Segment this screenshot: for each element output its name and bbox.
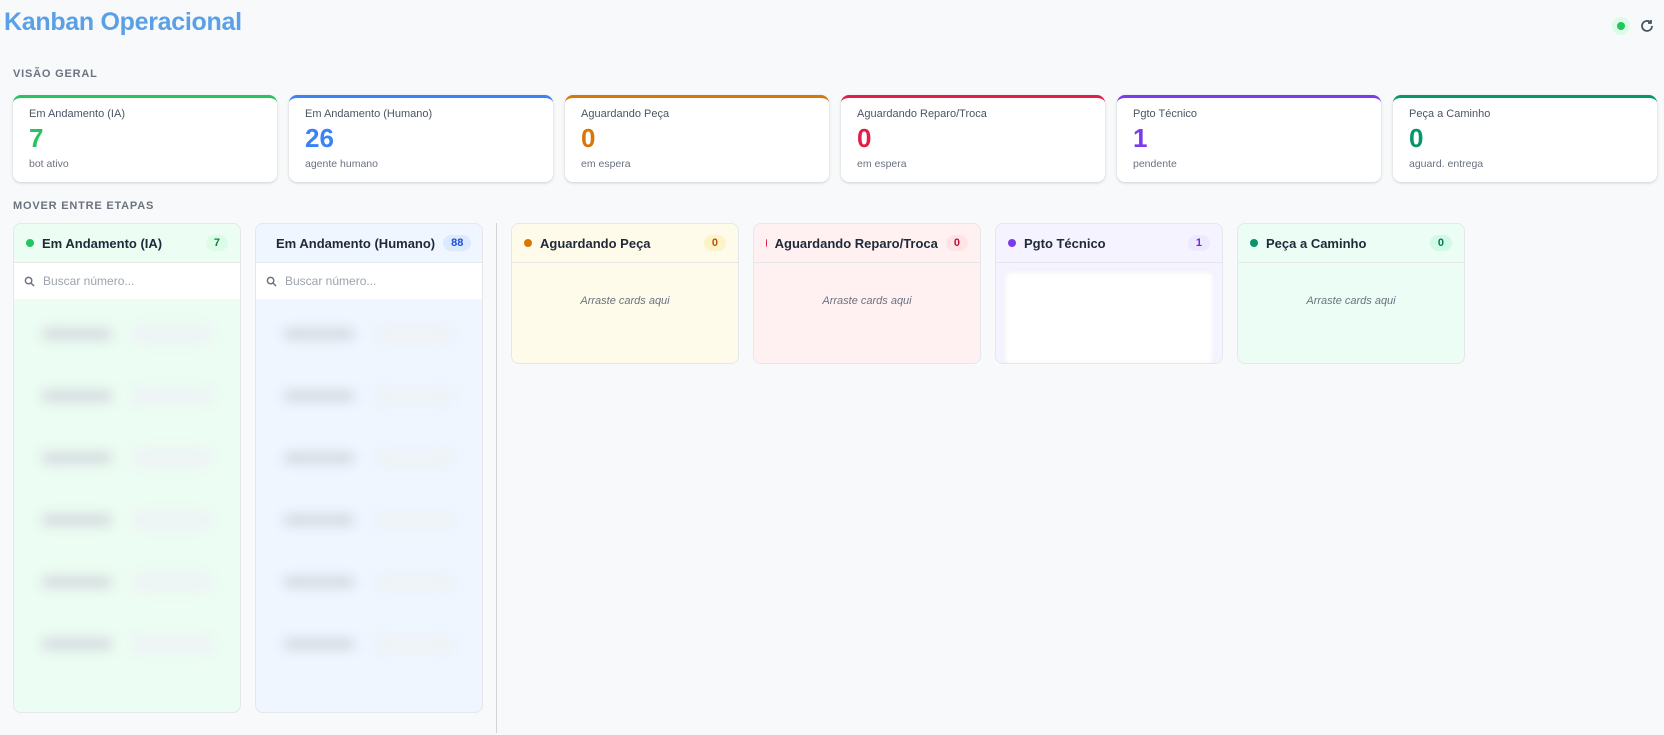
- kanban-card-blurred[interactable]: [1004, 271, 1214, 363]
- overview-cards: Em Andamento (IA) 7 bot ativo Em Andamen…: [13, 95, 1664, 182]
- stat-title: Pgto Técnico: [1133, 108, 1198, 120]
- column-count-badge: 0: [703, 235, 726, 251]
- list-item[interactable]: [22, 306, 232, 362]
- search-icon: [24, 276, 35, 287]
- column-count-badge: 88: [443, 235, 472, 251]
- column-color-dot: [1008, 239, 1016, 247]
- list-item[interactable]: [264, 616, 474, 672]
- list-item[interactable]: [264, 430, 474, 486]
- column-color-dot: [26, 239, 34, 247]
- stat-title: Aguardando Reparo/Troca: [857, 108, 987, 120]
- stat-value: 0: [581, 123, 596, 153]
- stat-value: 0: [857, 123, 872, 153]
- search-input[interactable]: [41, 273, 225, 289]
- column-header: Peça a Caminho 0: [1238, 224, 1464, 263]
- stat-card-pgto-tecnico[interactable]: Pgto Técnico 1 pendente: [1117, 95, 1381, 182]
- column-color-dot: [766, 239, 767, 247]
- drop-zone-hint: Arraste cards aqui: [822, 295, 912, 307]
- column-em-andamento-ia[interactable]: Em Andamento (IA) 7: [13, 223, 241, 713]
- stat-subtitle: em espera: [857, 158, 907, 170]
- refresh-icon[interactable]: [1638, 17, 1656, 35]
- column-aguardando-peca[interactable]: Aguardando Peça 0 Arraste cards aqui: [511, 223, 739, 364]
- stat-title: Aguardando Peça: [581, 108, 670, 120]
- column-header: Aguardando Peça 0: [512, 224, 738, 263]
- column-search: [14, 263, 240, 299]
- column-name: Em Andamento (IA): [42, 235, 163, 251]
- column-header: Pgto Técnico 1: [996, 224, 1222, 263]
- column-pgto-tecnico[interactable]: Pgto Técnico 1: [995, 223, 1223, 364]
- stat-title: Em Andamento (Humano): [305, 108, 433, 120]
- stat-subtitle: agente humano: [305, 158, 378, 170]
- online-dot: [1617, 22, 1625, 30]
- stat-title: Em Andamento (IA): [29, 108, 125, 120]
- page-title: Kanban Operacional: [4, 8, 242, 36]
- column-header: Em Andamento (IA) 7: [14, 224, 240, 263]
- card-list-blurred: [256, 300, 482, 712]
- list-item[interactable]: [264, 554, 474, 610]
- column-header: Aguardando Reparo/Troca 0: [754, 224, 980, 263]
- list-item[interactable]: [264, 306, 474, 362]
- stat-card-humano[interactable]: Em Andamento (Humano) 26 agente humano: [289, 95, 553, 182]
- drop-zone-hint: Arraste cards aqui: [580, 295, 670, 307]
- stat-value: 0: [1409, 123, 1424, 153]
- stat-subtitle: aguard. entrega: [1409, 158, 1484, 170]
- list-item[interactable]: [22, 430, 232, 486]
- card-list-blurred: [14, 300, 240, 712]
- stat-card-peca-caminho[interactable]: Peça a Caminho 0 aguard. entrega: [1393, 95, 1657, 182]
- column-color-dot: [524, 239, 532, 247]
- stat-value: 7: [29, 123, 44, 153]
- list-item[interactable]: [264, 492, 474, 548]
- list-item[interactable]: [264, 368, 474, 424]
- stat-card-aguardando-peca[interactable]: Aguardando Peça 0 em espera: [565, 95, 829, 182]
- column-group-divider: [496, 223, 497, 733]
- column-name: Aguardando Peça: [540, 235, 651, 251]
- column-search: [256, 263, 482, 299]
- list-item[interactable]: [22, 368, 232, 424]
- stat-value: 1: [1133, 123, 1148, 153]
- search-input[interactable]: [283, 273, 467, 289]
- list-item[interactable]: [22, 492, 232, 548]
- column-color-dot: [1250, 239, 1258, 247]
- column-name: Pgto Técnico: [1024, 235, 1106, 251]
- column-count-badge: 0: [1429, 235, 1452, 251]
- column-em-andamento-humano[interactable]: Em Andamento (Humano) 88: [255, 223, 483, 713]
- header-actions: [1612, 17, 1656, 35]
- overview-label: VISÃO GERAL: [13, 68, 98, 80]
- stat-subtitle: em espera: [581, 158, 631, 170]
- column-name: Peça a Caminho: [1266, 235, 1367, 251]
- column-name: Aguardando Reparo/Troca: [774, 235, 938, 251]
- stat-subtitle: pendente: [1133, 158, 1177, 170]
- search-icon: [266, 276, 277, 287]
- stat-title: Peça a Caminho: [1409, 108, 1491, 120]
- online-status-icon: [1612, 17, 1630, 35]
- stat-card-aguardando-reparo[interactable]: Aguardando Reparo/Troca 0 em espera: [841, 95, 1105, 182]
- list-item[interactable]: [22, 616, 232, 672]
- board-label: MOVER ENTRE ETAPAS: [13, 200, 155, 212]
- stat-value: 26: [305, 123, 334, 153]
- column-name: Em Andamento (Humano): [276, 235, 436, 251]
- drop-zone-hint: Arraste cards aqui: [1306, 295, 1396, 307]
- column-peca-caminho[interactable]: Peça a Caminho 0 Arraste cards aqui: [1237, 223, 1465, 364]
- column-header: Em Andamento (Humano) 88: [256, 224, 482, 263]
- column-aguardando-reparo[interactable]: Aguardando Reparo/Troca 0 Arraste cards …: [753, 223, 981, 364]
- column-count-badge: 7: [205, 235, 228, 251]
- column-count-badge: 0: [945, 235, 968, 251]
- stat-card-ia[interactable]: Em Andamento (IA) 7 bot ativo: [13, 95, 277, 182]
- stat-subtitle: bot ativo: [29, 158, 69, 170]
- column-count-badge: 1: [1187, 235, 1210, 251]
- list-item[interactable]: [22, 554, 232, 610]
